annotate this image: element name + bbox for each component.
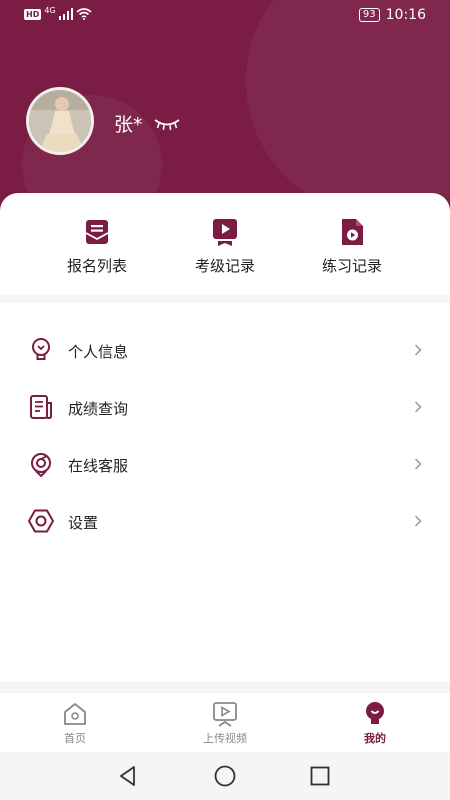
menu-item-label: 在线客服 <box>68 457 129 475</box>
avatar[interactable] <box>26 87 94 155</box>
profile-icon <box>366 702 384 724</box>
chevron-right-icon <box>414 344 422 356</box>
profile-header: HD 4G 93 10:16 张* <box>0 0 450 215</box>
tab-home[interactable]: 首页 <box>30 701 120 746</box>
section-divider <box>0 295 450 303</box>
username: 张* <box>114 110 181 137</box>
menu-item-online-service[interactable]: 在线客服 <box>0 436 450 493</box>
eye-closed-icon[interactable] <box>153 117 181 131</box>
wifi-icon <box>76 8 92 20</box>
menu-item-label: 设置 <box>68 514 99 532</box>
section-divider <box>0 682 450 692</box>
tab-mine[interactable]: 我的 <box>330 701 420 746</box>
video-badge-icon <box>213 219 237 246</box>
menu-item-settings[interactable]: 设置 <box>0 493 450 550</box>
menu-item-score-query[interactable]: 成绩查询 <box>0 379 450 436</box>
system-navigation-bar <box>0 752 450 800</box>
signal-icon <box>58 8 73 20</box>
shortcut-label: 报名列表 <box>66 257 127 275</box>
user-name: 张* <box>114 114 143 136</box>
hexagon-settings-icon <box>28 509 54 533</box>
avatar-photo <box>29 90 91 152</box>
envelope-icon <box>85 220 109 244</box>
chevron-right-icon <box>414 401 422 413</box>
recents-square-icon[interactable] <box>308 764 332 788</box>
video-file-icon <box>342 219 363 245</box>
shortcut-label: 练习记录 <box>321 257 382 275</box>
menu-item-label: 成绩查询 <box>68 400 129 418</box>
shortcut-exam-records[interactable]: 考级记录 <box>165 217 285 276</box>
document-icon <box>30 395 52 419</box>
menu-list: 个人信息 成绩查询 在线客服 设置 <box>0 322 450 550</box>
menu-item-label: 个人信息 <box>68 343 129 361</box>
home-icon <box>64 703 86 725</box>
status-bar: HD 4G 93 10:16 <box>0 0 450 34</box>
upload-video-icon <box>213 702 237 727</box>
battery-indicator: 93 <box>358 8 380 22</box>
network-type: 4G <box>44 5 56 15</box>
chevron-right-icon <box>414 458 422 470</box>
tab-bar: 首页 上传视频 我的 <box>0 692 450 752</box>
headset-icon <box>31 453 51 477</box>
chevron-right-icon <box>414 515 422 527</box>
back-icon[interactable] <box>116 764 140 788</box>
tab-upload-video[interactable]: 上传视频 <box>180 701 270 746</box>
home-circle-icon[interactable] <box>213 764 237 788</box>
lightbulb-icon <box>32 338 50 360</box>
shortcut-practice-records[interactable]: 练习记录 <box>292 217 412 276</box>
hd-badge: HD <box>24 8 42 20</box>
shortcut-label: 考级记录 <box>194 257 255 275</box>
shortcut-registration-list[interactable]: 报名列表 <box>37 217 157 276</box>
menu-item-personal-info[interactable]: 个人信息 <box>0 322 450 379</box>
tab-label: 上传视频 <box>203 732 247 745</box>
clock: 10:16 <box>385 7 426 23</box>
tab-label: 首页 <box>64 732 86 745</box>
shortcut-card: 报名列表 考级记录 练习记录 <box>0 193 450 295</box>
tab-label: 我的 <box>364 732 386 745</box>
